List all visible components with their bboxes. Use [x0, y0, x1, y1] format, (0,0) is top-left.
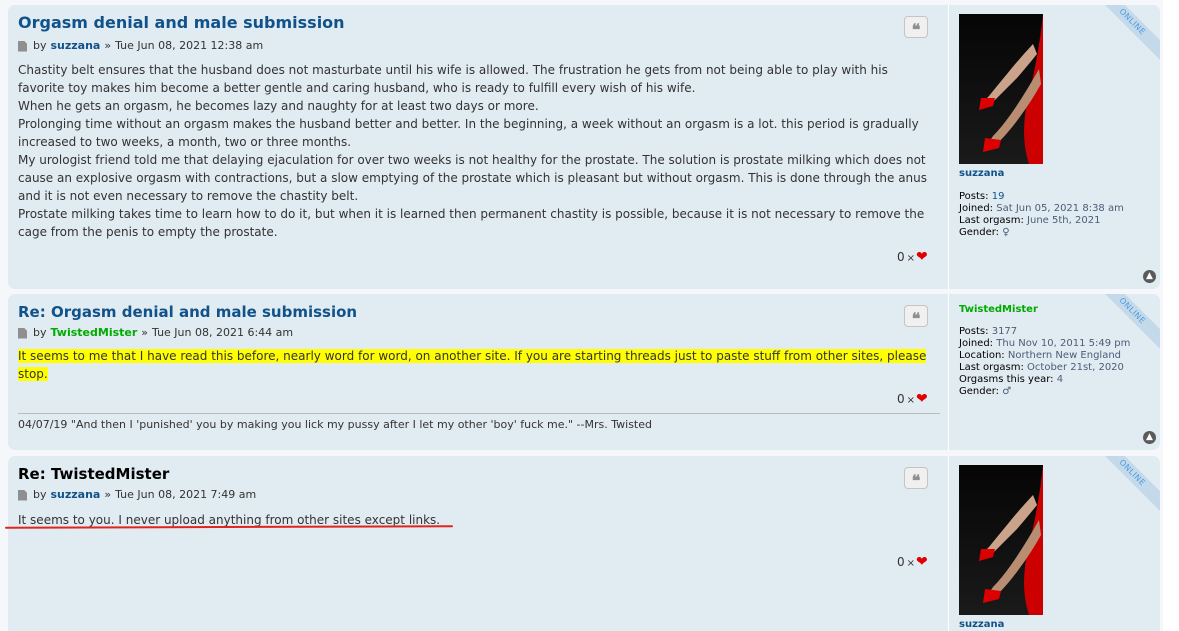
- back-to-top-icon[interactable]: ▲: [1143, 270, 1156, 283]
- post-title[interactable]: Re: Orgasm denial and male submission: [18, 302, 938, 322]
- male-icon: ♂: [1002, 386, 1012, 397]
- female-icon: ♀: [1002, 227, 1010, 238]
- profile-orgasm-row: Last orgasm: October 21st, 2020: [959, 362, 1159, 374]
- post-2: Re: Orgasm denial and male submission by…: [8, 294, 1160, 450]
- post-profile: suzzana Posts: 19 Joined: Sat Jun 05, 20…: [948, 5, 1160, 289]
- times-sign: ×: [906, 558, 916, 569]
- post-title[interactable]: Orgasm denial and male submission: [18, 13, 938, 33]
- signature: 04/07/19 "And then I 'punished' you by m…: [18, 413, 940, 431]
- orgasm-label: Last orgasm:: [959, 362, 1024, 373]
- profile-gender-row: Gender: ♂: [959, 386, 1159, 398]
- post-date: Tue Jun 08, 2021 7:49 am: [115, 488, 257, 501]
- separator: »: [104, 488, 112, 501]
- file-icon[interactable]: [18, 489, 27, 501]
- profile-username[interactable]: suzzana: [959, 619, 1004, 630]
- profile-details: Posts: 3177 Joined: Thu Nov 10, 2011 5:4…: [959, 326, 1159, 398]
- gender-label: Gender:: [959, 227, 1000, 238]
- post-profile: suzzana: [948, 456, 1160, 631]
- profile-joined-row: Joined: Sat Jun 05, 2021 8:38 am: [959, 203, 1159, 215]
- quote-button[interactable]: ❝: [904, 305, 928, 328]
- file-icon[interactable]: [18, 40, 27, 52]
- like-count: 0: [897, 555, 905, 569]
- joined-label: Joined:: [959, 203, 994, 214]
- like-counter[interactable]: 0 ×❤: [897, 391, 928, 407]
- posts-label: Posts:: [959, 326, 989, 337]
- profile-posts-row: Posts: 3177: [959, 326, 1159, 338]
- heart-icon[interactable]: ❤: [916, 249, 928, 265]
- profile-posts-row: Posts: 19: [959, 191, 1159, 203]
- highlighted-text: It seems to me that I have read this bef…: [18, 349, 927, 381]
- profile-joined-row: Joined: Thu Nov 10, 2011 5:49 pm: [959, 338, 1159, 350]
- joined-label: Joined:: [959, 338, 994, 349]
- avatar-image: [979, 465, 1043, 615]
- heart-icon[interactable]: ❤: [916, 554, 928, 570]
- post-content: Chastity belt ensures that the husband d…: [18, 61, 938, 241]
- post-title[interactable]: Re: TwistedMister: [18, 464, 938, 484]
- post-author[interactable]: suzzana: [51, 39, 101, 53]
- profile-username[interactable]: suzzana: [959, 168, 1004, 179]
- post-date: Tue Jun 08, 2021 6:44 am: [152, 326, 294, 339]
- posts-count[interactable]: 19: [992, 191, 1005, 202]
- profile-year-row: Orgasms this year: 4: [959, 374, 1159, 386]
- avatar[interactable]: [959, 14, 1043, 164]
- post-body: Re: TwistedMister by suzzana » Tue Jun 0…: [18, 464, 938, 529]
- post-paragraph: My urologist friend told me that delayin…: [18, 153, 928, 203]
- posts-label: Posts:: [959, 191, 989, 202]
- like-count: 0: [897, 250, 905, 264]
- orgasm-date: June 5th, 2021: [1027, 215, 1101, 226]
- quote-button[interactable]: ❝: [904, 16, 928, 39]
- post-author[interactable]: suzzana: [51, 488, 101, 502]
- like-counter[interactable]: 0 ×❤: [897, 554, 928, 570]
- avatar[interactable]: [959, 465, 1043, 615]
- avatar-image: [979, 14, 1043, 164]
- file-icon[interactable]: [18, 327, 27, 339]
- post-1: Orgasm denial and male submission by suz…: [8, 5, 1160, 289]
- post-body: Orgasm denial and male submission by suz…: [18, 13, 938, 241]
- post-date: Tue Jun 08, 2021 12:38 am: [115, 39, 264, 52]
- location-label: Location:: [959, 350, 1005, 361]
- post-author[interactable]: TwistedMister: [51, 326, 138, 340]
- orgasm-label: Last orgasm:: [959, 215, 1024, 226]
- times-sign: ×: [906, 253, 916, 264]
- profile-username[interactable]: TwistedMister: [959, 304, 1038, 315]
- by-label: by: [33, 488, 47, 501]
- times-sign: ×: [906, 395, 916, 406]
- post-meta: by suzzana » Tue Jun 08, 2021 7:49 am: [18, 488, 938, 502]
- by-label: by: [33, 326, 47, 339]
- page-edge: [1163, 0, 1179, 631]
- orgasm-date: October 21st, 2020: [1027, 362, 1124, 373]
- post-paragraph: Prostate milking takes time to learn how…: [18, 207, 925, 239]
- by-label: by: [33, 39, 47, 52]
- heart-icon[interactable]: ❤: [916, 391, 928, 407]
- year-count: 4: [1056, 374, 1064, 385]
- post-paragraph: Chastity belt ensures that the husband d…: [18, 63, 888, 95]
- joined-date: Sat Jun 05, 2021 8:38 am: [996, 203, 1124, 214]
- location: Northern New England: [1007, 350, 1122, 361]
- profile-location-row: Location: Northern New England: [959, 350, 1159, 362]
- post-body: Re: Orgasm denial and male submission by…: [18, 302, 938, 383]
- joined-date: Thu Nov 10, 2011 5:49 pm: [996, 338, 1131, 349]
- separator: »: [141, 326, 149, 339]
- post-content: It seems to me that I have read this bef…: [18, 347, 938, 383]
- quote-button[interactable]: ❝: [904, 467, 928, 490]
- like-count: 0: [897, 392, 905, 406]
- post-3: Re: TwistedMister by suzzana » Tue Jun 0…: [8, 456, 1160, 631]
- post-paragraph: Prolonging time without an orgasm makes …: [18, 117, 919, 149]
- profile-details: Posts: 19 Joined: Sat Jun 05, 2021 8:38 …: [959, 191, 1159, 239]
- posts-count[interactable]: 3177: [992, 326, 1017, 337]
- separator: »: [104, 39, 112, 52]
- year-label: Orgasms this year:: [959, 374, 1054, 385]
- post-meta: by suzzana » Tue Jun 08, 2021 12:38 am: [18, 39, 938, 53]
- profile-gender-row: Gender: ♀: [959, 227, 1159, 239]
- post-paragraph: It seems to me that I have read this bef…: [18, 347, 938, 383]
- post-paragraph: When he gets an orgasm, he becomes lazy …: [18, 99, 539, 113]
- post-meta: by TwistedMister » Tue Jun 08, 2021 6:44…: [18, 326, 938, 340]
- like-counter[interactable]: 0 ×❤: [897, 249, 928, 265]
- gender-label: Gender:: [959, 386, 1000, 397]
- profile-orgasm-row: Last orgasm: June 5th, 2021: [959, 215, 1159, 227]
- back-to-top-icon[interactable]: ▲: [1143, 431, 1156, 444]
